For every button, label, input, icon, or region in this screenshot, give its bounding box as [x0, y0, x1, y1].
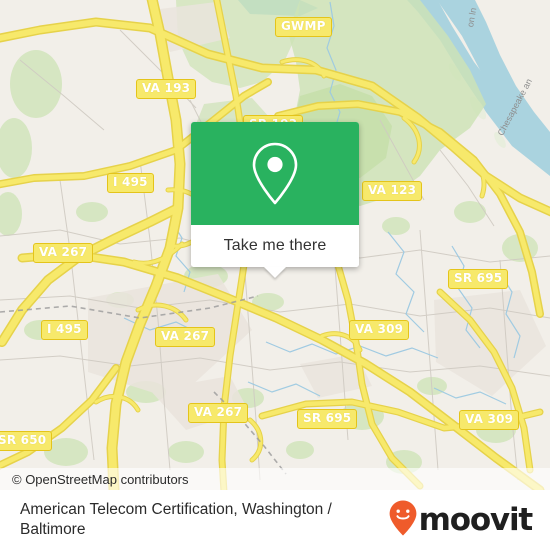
road-shield-sr695-east[interactable]: SR 695: [448, 269, 509, 289]
road-shield-va309-south[interactable]: VA 309: [459, 410, 520, 430]
place-title: American Telecom Certification, Washingt…: [20, 501, 332, 538]
callout-action-bar[interactable]: Take me there: [191, 225, 359, 267]
road-shield-va267-south[interactable]: VA 267: [188, 403, 249, 423]
osm-attribution-text[interactable]: © OpenStreetMap contributors: [0, 472, 189, 487]
road-shield-sr695-south[interactable]: SR 695: [297, 409, 358, 429]
road-shield-va309-mid[interactable]: VA 309: [349, 320, 410, 340]
callout-pin-panel: [191, 122, 359, 225]
moovit-branding[interactable]: moovit: [388, 499, 550, 542]
map-attribution-bar: © OpenStreetMap contributors: [0, 468, 550, 490]
road-shield-i495-south[interactable]: I 495: [41, 320, 88, 340]
road-shield-va267-mid[interactable]: VA 267: [155, 327, 216, 347]
road-shield-va267-west[interactable]: VA 267: [33, 243, 94, 263]
moovit-pin-icon: [388, 499, 418, 542]
map-pin-icon: [248, 140, 302, 208]
take-me-there-label: Take me there: [223, 237, 327, 254]
road-shield-sr650[interactable]: SR 650: [0, 431, 53, 451]
moovit-wordmark: moovit: [418, 502, 534, 538]
road-shield-i495-north[interactable]: I 495: [107, 173, 154, 193]
location-callout[interactable]: Take me there: [191, 122, 359, 278]
road-shield-va123[interactable]: VA 123: [362, 181, 423, 201]
footer-bar: American Telecom Certification, Washingt…: [0, 490, 550, 550]
map-canvas[interactable]: Chesapeake an on ln GWMP VA 193 SR 193 I…: [0, 0, 550, 490]
callout-tail: [264, 267, 286, 278]
road-shield-va193[interactable]: VA 193: [136, 79, 197, 99]
moovit-map-screenshot: Chesapeake an on ln GWMP VA 193 SR 193 I…: [0, 0, 550, 550]
road-shield-gwmp[interactable]: GWMP: [275, 17, 332, 37]
